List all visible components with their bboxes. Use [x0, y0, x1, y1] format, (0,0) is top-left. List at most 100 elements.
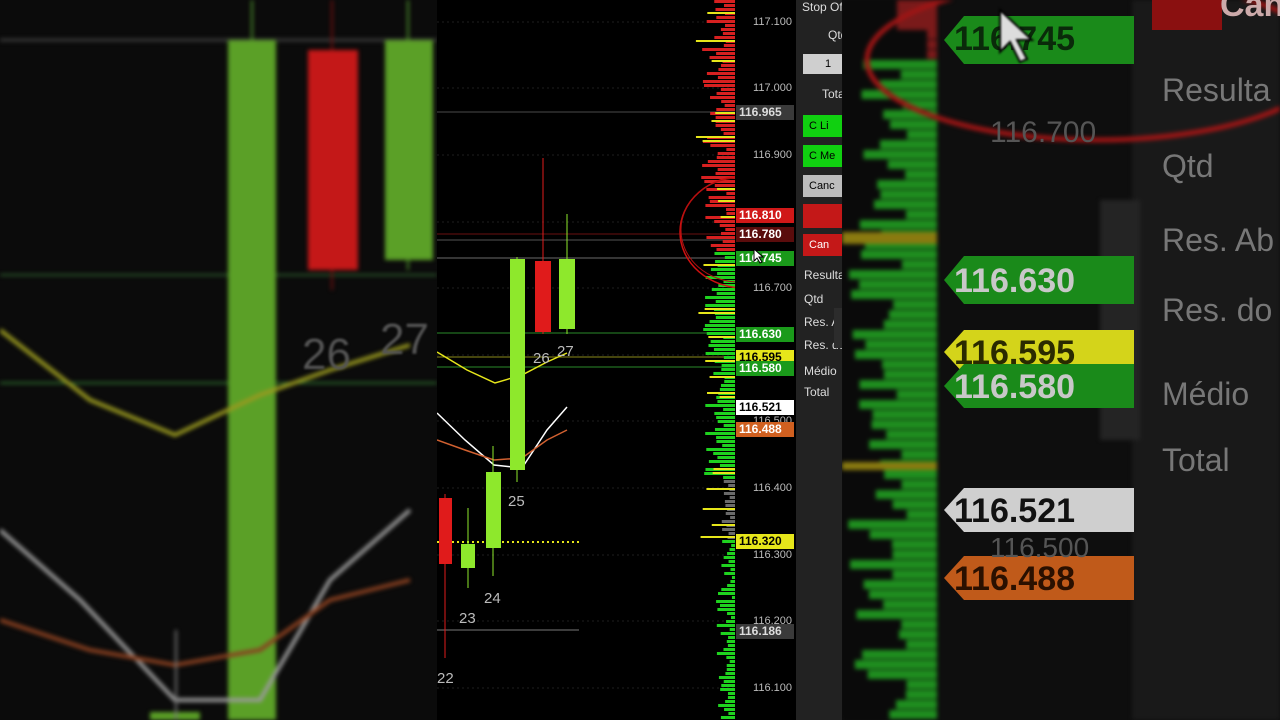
volume-bar: [718, 704, 735, 707]
price-axis[interactable]: 117.100 117.000 116.900 116.700 116.500 …: [735, 0, 796, 720]
volume-highlight-bar: [704, 308, 735, 310]
volume-bar: [720, 384, 735, 387]
volume-bar: [722, 540, 735, 543]
qty-label: Qtd: [828, 28, 842, 42]
volume-highlight-bar: [711, 120, 735, 122]
volume-bar: [723, 424, 735, 427]
volume-highlight-bar: [707, 392, 735, 394]
volume-bar: [704, 84, 735, 87]
price-tag-116630: 116.630: [736, 327, 794, 342]
volume-bar: [703, 328, 735, 331]
zoom-label-total: Total: [1162, 442, 1230, 478]
volume-bar: [718, 592, 735, 595]
volume-bar: [725, 228, 735, 231]
volume-bar: [715, 116, 735, 119]
volume-bar: [727, 644, 735, 647]
candle-27[interactable]: [559, 214, 575, 334]
volume-bar: [714, 412, 735, 415]
stop-order-label: Stop Of: [802, 0, 842, 14]
volume-bar: [717, 152, 735, 155]
volume-bar: [725, 504, 735, 507]
volume-bar: [716, 52, 735, 55]
volume-bar: [720, 64, 735, 67]
candle-25[interactable]: [510, 257, 525, 482]
zoom-tag-116488: 116.488: [954, 560, 1076, 598]
volume-bar: [720, 632, 735, 635]
volume-bar: [714, 428, 735, 431]
volume-bar: [721, 588, 735, 591]
volume-bar: [724, 708, 735, 711]
volume-bar: [722, 444, 735, 447]
candle-23[interactable]: [461, 508, 475, 588]
volume-bar: [721, 368, 735, 371]
volume-bar: [727, 584, 735, 587]
bar-number-26: 26: [533, 350, 550, 367]
volume-highlight-bar: [718, 200, 735, 202]
buy-limit-button[interactable]: C Li: [803, 115, 842, 137]
volume-bar: [721, 564, 735, 567]
zoom-label-result: Resulta: [1162, 72, 1271, 108]
volume-highlight-bar: [711, 524, 735, 526]
zoom-label-qty: Qtd: [1162, 148, 1214, 184]
volume-bar: [705, 304, 735, 307]
candle-22[interactable]: [439, 494, 452, 658]
tick-116300: 116.300: [753, 549, 792, 561]
qty-input[interactable]: 1: [803, 54, 842, 74]
panel-scroll-handle[interactable]: [834, 308, 842, 348]
volume-bar: [716, 16, 735, 19]
volume-bar: [721, 520, 735, 523]
volume-bar: [727, 692, 735, 695]
total-label: Total: [822, 87, 842, 101]
volume-highlight-bar: [720, 216, 735, 218]
volume-highlight-bar: [709, 376, 735, 378]
volume-bar: [725, 672, 735, 675]
tick-116100: 116.100: [753, 682, 792, 694]
volume-highlight-bar: [707, 12, 735, 14]
cancel-orders-button[interactable]: Canc: [803, 175, 842, 197]
volume-bar: [705, 404, 735, 407]
buy-market-button[interactable]: C Me: [803, 145, 842, 167]
chart-canvas: [436, 0, 809, 719]
volume-bar: [711, 288, 735, 291]
volume-bar: [718, 676, 735, 679]
zoom-tag-116630: 116.630: [954, 262, 1076, 300]
volume-highlight-bar: [712, 472, 735, 474]
volume-bar: [723, 132, 735, 135]
volume-bar: [715, 8, 735, 11]
volume-bar: [724, 104, 735, 107]
volume-bar: [726, 640, 735, 643]
volume-bar: [720, 716, 735, 719]
volume-bar: [724, 256, 735, 259]
volume-highlight-bar: [702, 140, 735, 142]
cancel-all-button[interactable]: Can: [803, 234, 842, 256]
candle-26[interactable]: [535, 158, 551, 334]
volume-highlight-bar: [717, 188, 735, 190]
zoom-tick-116700: 116.700: [990, 116, 1097, 149]
price-tag-116810: 116.810: [736, 208, 794, 223]
volume-bar: [721, 684, 735, 687]
volume-highlight-bar: [711, 60, 735, 62]
volume-bar: [705, 296, 735, 299]
volume-bar: [705, 352, 735, 355]
volume-bar: [710, 144, 735, 147]
volume-bar: [722, 528, 735, 531]
volume-bar: [718, 68, 735, 71]
volume-bar: [716, 92, 735, 95]
price-tag-116580: 116.580: [736, 361, 794, 376]
volume-bar: [716, 440, 735, 443]
volume-bar: [710, 268, 735, 271]
candlestick-chart[interactable]: 22 23 24 25 26 27: [436, 0, 809, 720]
volume-highlight-bar: [702, 508, 735, 510]
zoom-label-average: Médio: [1162, 376, 1250, 412]
volume-bar: [724, 380, 735, 383]
volume-highlight-bar: [695, 136, 735, 138]
zoom-tag-116521: 116.521: [954, 492, 1076, 530]
sell-button[interactable]: [803, 204, 842, 228]
price-tag-116521: 116.521: [736, 400, 794, 415]
volume-bar: [723, 480, 735, 483]
volume-bar: [721, 232, 735, 235]
volume-bar: [717, 168, 735, 171]
volume-bar: [713, 452, 735, 455]
volume-bar: [706, 72, 735, 75]
volume-bar: [702, 80, 735, 83]
